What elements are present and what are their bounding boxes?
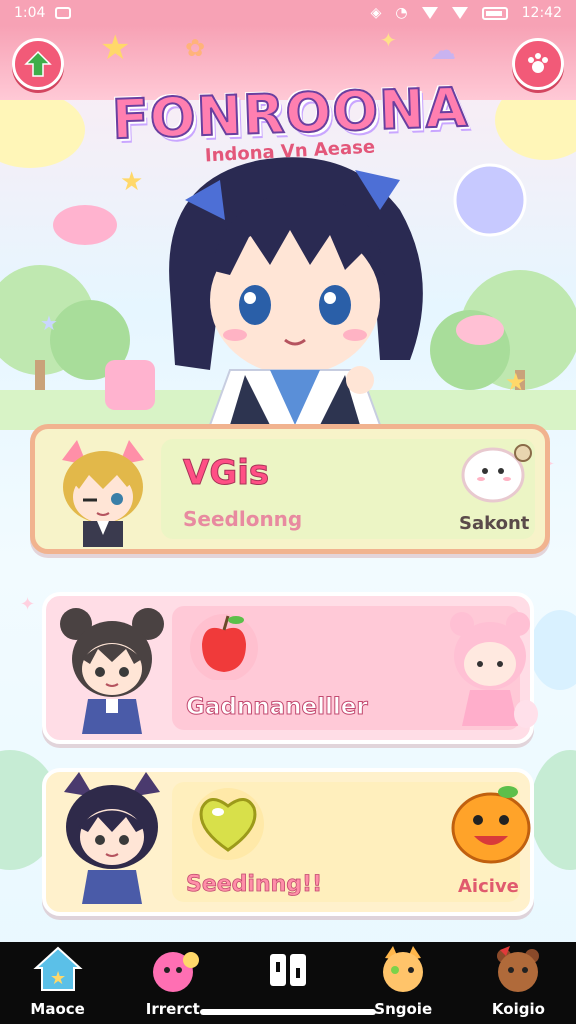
status-clock: 12:42 bbox=[521, 5, 562, 21]
cute-ghost-icon bbox=[461, 444, 532, 503]
golden-heart-icon bbox=[192, 788, 264, 860]
nav-label-single: Sngoie bbox=[374, 1000, 433, 1018]
nav-label-interact: Irrerct bbox=[145, 1000, 200, 1018]
character-card-3[interactable]: Seedinng!! Aicive bbox=[42, 768, 534, 916]
nav-item-home[interactable]: ★ Maoce bbox=[0, 942, 115, 1024]
nav-label-profile: Koigio bbox=[491, 1000, 545, 1018]
home-indicator[interactable] bbox=[200, 1009, 376, 1015]
character-card-1[interactable]: VGis Seedlonng Sakont bbox=[30, 424, 550, 554]
pink-bear-girl-avatar bbox=[450, 612, 538, 728]
card-1-subtitle: Seedlonng bbox=[183, 507, 303, 531]
card-1-title: VGis bbox=[182, 453, 270, 494]
notification-icon bbox=[55, 7, 72, 19]
menu-button[interactable] bbox=[512, 38, 564, 90]
nav-label-home: Maoce bbox=[30, 1000, 85, 1018]
svg-text:★: ★ bbox=[505, 368, 527, 396]
card-1-action[interactable]: Sakont bbox=[459, 513, 529, 534]
flower-icon: ✿ bbox=[185, 34, 206, 62]
svg-text:★: ★ bbox=[120, 167, 143, 197]
svg-text:★: ★ bbox=[50, 968, 66, 989]
svg-text:✦: ✦ bbox=[20, 594, 35, 615]
arrow-up-icon bbox=[24, 50, 52, 77]
apple-icon bbox=[190, 614, 258, 680]
card-2-title: Gadnnanelller bbox=[186, 694, 369, 721]
star-icon: ★ bbox=[100, 28, 131, 68]
status-time: 1:04 bbox=[14, 5, 46, 21]
card-3-title: Seedinng!! bbox=[186, 872, 323, 898]
character-card-2[interactable]: Gadnnanelller bbox=[42, 592, 538, 744]
paw-menu-icon bbox=[528, 53, 548, 73]
hero-character-illustration bbox=[169, 157, 423, 425]
alarm-icon: ◔ bbox=[395, 5, 408, 21]
signal-icon bbox=[451, 7, 468, 19]
nav-item-profile[interactable]: Koigio bbox=[461, 942, 576, 1024]
card-3-action[interactable]: Aicive bbox=[458, 876, 519, 897]
dark-hair-girl-avatar bbox=[64, 772, 160, 904]
back-button[interactable] bbox=[12, 38, 64, 90]
svg-text:★: ★ bbox=[40, 311, 58, 335]
bear-face-icon bbox=[497, 946, 540, 992]
cloud-creature-icon: ☁ bbox=[430, 36, 456, 66]
sparkle-icon: ✦ bbox=[380, 28, 397, 52]
blonde-cat-boy-avatar bbox=[62, 440, 144, 547]
orange-fruit-mascot-icon bbox=[451, 786, 531, 864]
pigtail-girl-avatar bbox=[60, 608, 164, 734]
battery-icon bbox=[481, 6, 508, 20]
tiles-icon bbox=[270, 954, 306, 986]
cat-face-icon bbox=[383, 946, 424, 992]
status-bar: 1:04 ◈ ◔ 12:42 bbox=[0, 0, 576, 26]
location-icon: ◈ bbox=[370, 5, 382, 21]
pink-creature-icon bbox=[152, 952, 199, 992]
house-star-icon: ★ bbox=[33, 946, 83, 991]
wifi-icon bbox=[421, 7, 438, 19]
